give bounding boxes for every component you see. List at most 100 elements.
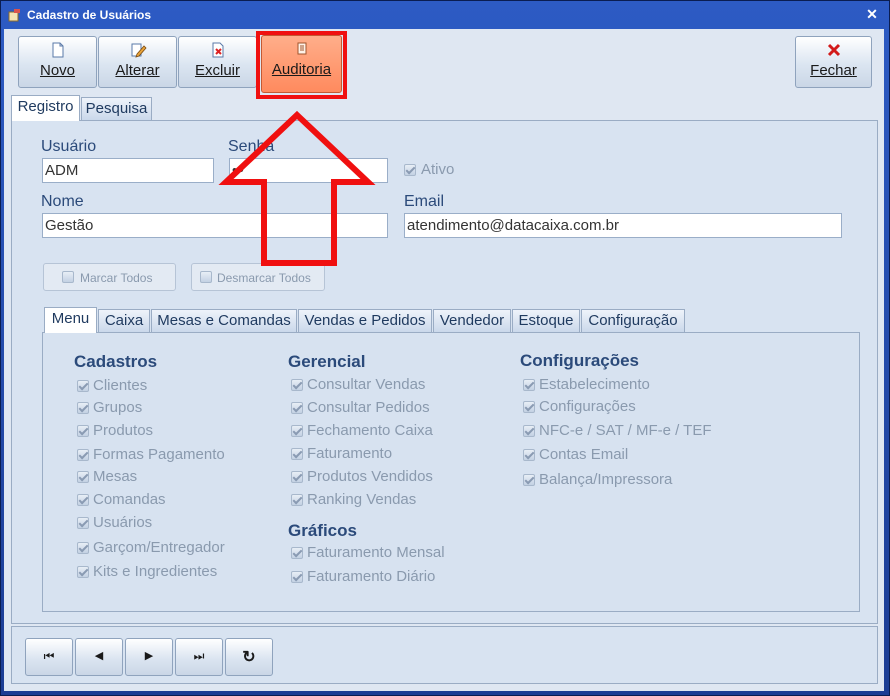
excluir-label: Excluir xyxy=(194,62,240,79)
marcar-todos-checkbox-icon xyxy=(62,271,74,283)
perm-checkbox[interactable] xyxy=(523,449,535,461)
tab-estoque[interactable]: Estoque xyxy=(512,309,580,333)
ativo-checkbox[interactable] xyxy=(404,164,416,176)
email-label: Email xyxy=(404,193,445,210)
close-icon[interactable]: ✕ xyxy=(863,6,881,22)
perm-checkbox[interactable] xyxy=(291,494,303,506)
email-field[interactable]: atendimento@datacaixa.com.br xyxy=(404,213,842,238)
window-title: Cadastro de Usuários xyxy=(27,8,152,22)
perm-checkbox[interactable] xyxy=(77,425,89,437)
next-record-icon: ▶ xyxy=(144,650,154,662)
perm-label: Fechamento Caixa xyxy=(307,422,433,439)
registro-panel: Usuário ADM Senha ••• Ativo Nome Gestão … xyxy=(11,110,878,624)
perm-checkbox[interactable] xyxy=(291,471,303,483)
first-record-icon: ⏮ xyxy=(43,649,55,663)
perm-checkbox[interactable] xyxy=(77,542,89,554)
tab-menu[interactable]: Menu xyxy=(44,307,97,333)
perm-checkbox[interactable] xyxy=(523,474,535,486)
usuario-field[interactable]: ADM xyxy=(42,158,214,183)
perm-label: Consultar Pedidos xyxy=(307,399,430,416)
tab-vendedor[interactable]: Vendedor xyxy=(433,309,511,333)
perm-label: Faturamento Diário xyxy=(307,568,436,585)
cadastros-title: Cadastros xyxy=(74,352,158,371)
prev-record-icon: ◀ xyxy=(94,650,104,662)
refresh-icon: ↻ xyxy=(242,649,256,666)
perm-label: NFC-e / SAT / MF-e / TEF xyxy=(539,422,712,439)
perm-label: Balança/Impressora xyxy=(539,471,673,488)
perm-label: Ranking Vendas xyxy=(307,491,417,508)
tab-caixa[interactable]: Caixa xyxy=(98,309,150,333)
perm-label: Consultar Vendas xyxy=(307,376,426,393)
last-record-button[interactable]: ⏭ xyxy=(175,638,223,676)
perm-checkbox[interactable] xyxy=(77,494,89,506)
window-client: Novo Alterar Excluir Auditoria Fechar Re… xyxy=(4,29,884,691)
perm-checkbox[interactable] xyxy=(523,425,535,437)
red-up-arrow-annotation xyxy=(218,110,376,266)
tab-configuracao[interactable]: Configuração xyxy=(581,309,685,333)
perm-checkbox[interactable] xyxy=(77,380,89,392)
alterar-button[interactable]: Alterar xyxy=(98,36,177,88)
tab-pesquisa[interactable]: Pesquisa xyxy=(81,97,152,121)
perm-checkbox[interactable] xyxy=(77,566,89,578)
window: Cadastro de Usuários ✕ Novo Alterar Excl… xyxy=(0,0,890,696)
last-record-icon: ⏭ xyxy=(193,649,205,663)
delete-document-icon xyxy=(212,42,223,58)
perm-label: Formas Pagamento xyxy=(93,446,225,463)
perm-label: Grupos xyxy=(93,399,143,416)
perm-checkbox[interactable] xyxy=(291,547,303,559)
excluir-button[interactable]: Excluir xyxy=(178,36,257,88)
tab-registro[interactable]: Registro xyxy=(11,95,80,121)
perm-checkbox[interactable] xyxy=(523,379,535,391)
nome-label: Nome xyxy=(41,193,84,210)
desmarcar-todos-checkbox-icon xyxy=(200,271,212,283)
prev-record-button[interactable]: ◀ xyxy=(75,638,123,676)
perm-label: Faturamento xyxy=(307,445,393,462)
highlight-rectangle xyxy=(256,31,347,99)
close-x-icon xyxy=(827,43,840,57)
perm-checkbox[interactable] xyxy=(77,471,89,483)
first-record-button[interactable]: ⏮ xyxy=(25,638,73,676)
perm-checkbox[interactable] xyxy=(77,517,89,529)
novo-button[interactable]: Novo xyxy=(18,36,97,88)
marcar-todos-label: Marcar Todos xyxy=(80,271,153,285)
perm-checkbox[interactable] xyxy=(523,401,535,413)
perm-checkbox[interactable] xyxy=(291,425,303,437)
perm-label: Usuários xyxy=(93,514,153,531)
perm-checkbox[interactable] xyxy=(291,402,303,414)
perm-label: Produtos xyxy=(93,422,154,439)
perm-label: Mesas xyxy=(93,468,138,485)
configuracoes-title: Configurações xyxy=(520,351,640,370)
perm-label: Comandas xyxy=(93,491,166,508)
usuario-label: Usuário xyxy=(41,138,97,155)
perm-checkbox[interactable] xyxy=(77,449,89,461)
edit-icon xyxy=(131,43,147,58)
desmarcar-todos-label: Desmarcar Todos xyxy=(217,271,311,285)
perm-label: Estabelecimento xyxy=(539,376,650,393)
perm-label: Produtos Vendidos xyxy=(307,468,433,485)
ativo-label: Ativo xyxy=(421,161,455,178)
perm-label: Clientes xyxy=(93,377,148,394)
next-record-button[interactable]: ▶ xyxy=(125,638,173,676)
perm-label: Garçom/Entregador xyxy=(93,539,225,556)
perm-label: Kits e Ingredientes xyxy=(93,563,218,580)
perm-checkbox[interactable] xyxy=(291,379,303,391)
refresh-button[interactable]: ↻ xyxy=(225,638,273,676)
menu-permissions-panel: Cadastros Clientes Grupos Produtos Forma… xyxy=(42,332,860,612)
perm-checkbox[interactable] xyxy=(291,571,303,583)
fechar-label: Fechar xyxy=(810,62,857,79)
alterar-label: Alterar xyxy=(115,62,160,79)
perm-label: Contas Email xyxy=(539,446,629,463)
marcar-todos-button[interactable]: Marcar Todos xyxy=(43,263,176,291)
tab-mesas-e-comandas[interactable]: Mesas e Comandas xyxy=(151,309,297,333)
fechar-button[interactable]: Fechar xyxy=(795,36,872,88)
title-bar: Cadastro de Usuários ✕ xyxy=(1,1,889,29)
perm-label: Faturamento Mensal xyxy=(307,544,445,561)
perm-checkbox[interactable] xyxy=(77,402,89,414)
gerencial-title: Gerencial xyxy=(288,352,366,371)
graficos-title: Gráficos xyxy=(288,521,357,540)
perm-checkbox[interactable] xyxy=(291,448,303,460)
new-document-icon xyxy=(52,42,63,58)
tab-vendas-e-pedidos[interactable]: Vendas e Pedidos xyxy=(298,309,432,333)
app-icon xyxy=(8,9,20,22)
novo-label: Novo xyxy=(39,62,76,79)
